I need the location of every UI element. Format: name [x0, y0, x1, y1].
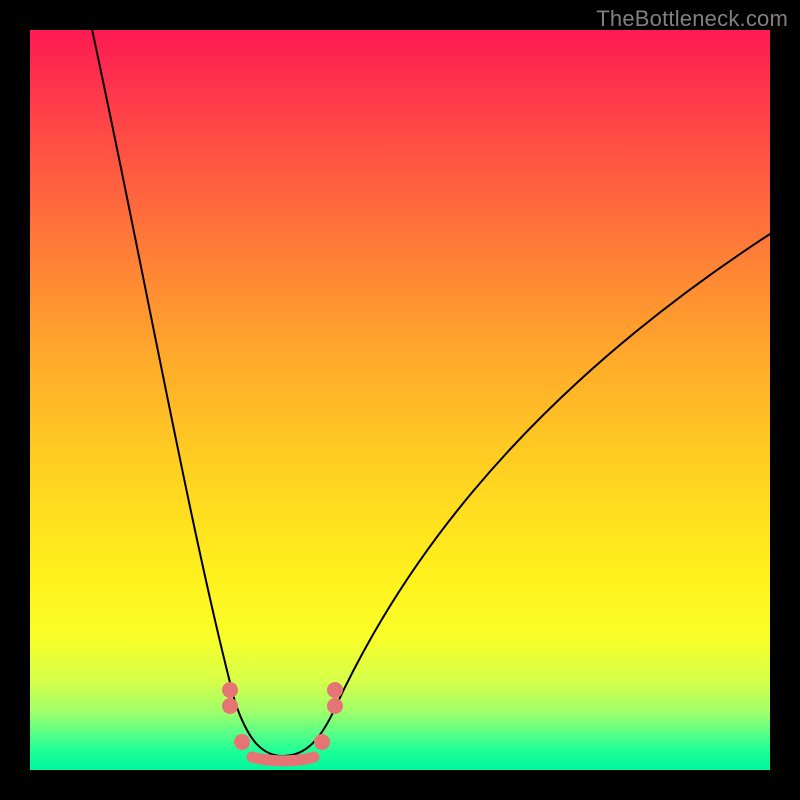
trough-stroke	[252, 757, 314, 761]
trough-markers	[222, 682, 343, 761]
chart-svg	[30, 30, 770, 770]
chart-frame: TheBottleneck.com	[0, 0, 800, 800]
watermark-text: TheBottleneck.com	[596, 6, 788, 32]
marker-point	[327, 682, 343, 698]
marker-point	[327, 698, 343, 714]
marker-point	[234, 734, 250, 750]
bottleneck-curve	[90, 30, 770, 756]
plot-area	[30, 30, 770, 770]
marker-point	[222, 682, 238, 698]
marker-point	[222, 698, 238, 714]
marker-point	[314, 734, 330, 750]
